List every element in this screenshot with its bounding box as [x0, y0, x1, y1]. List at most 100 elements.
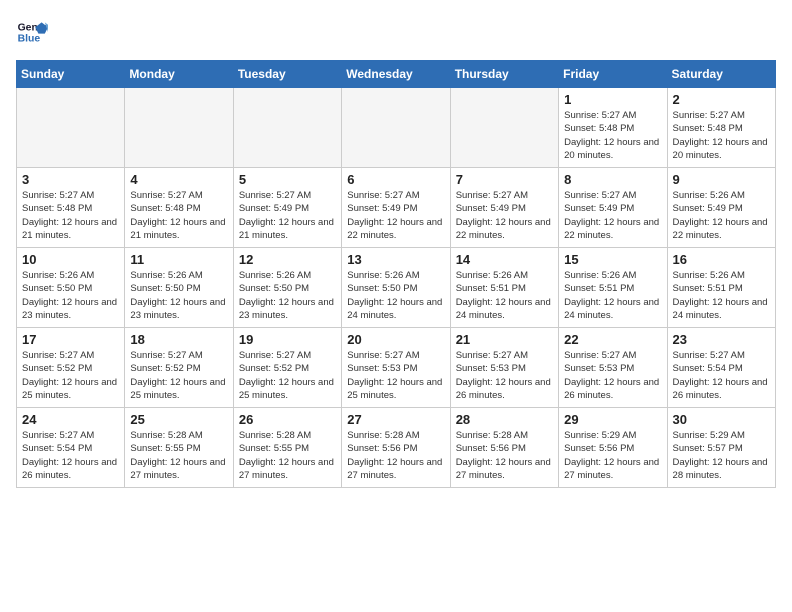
day-number: 16 — [673, 252, 770, 267]
day-info: Sunrise: 5:28 AM Sunset: 5:55 PM Dayligh… — [239, 429, 336, 482]
calendar-cell: 28 Sunrise: 5:28 AM Sunset: 5:56 PM Dayli… — [450, 408, 558, 488]
week-row-1: 1 Sunrise: 5:27 AM Sunset: 5:48 PM Daylig… — [17, 88, 776, 168]
calendar-cell: 9 Sunrise: 5:26 AM Sunset: 5:49 PM Daylig… — [667, 168, 775, 248]
day-number: 29 — [564, 412, 661, 427]
weekday-header-row: SundayMondayTuesdayWednesdayThursdayFrid… — [17, 61, 776, 88]
calendar-cell — [233, 88, 341, 168]
day-number: 23 — [673, 332, 770, 347]
weekday-header-wednesday: Wednesday — [342, 61, 450, 88]
day-number: 13 — [347, 252, 444, 267]
day-info: Sunrise: 5:29 AM Sunset: 5:56 PM Dayligh… — [564, 429, 661, 482]
day-number: 28 — [456, 412, 553, 427]
calendar-cell: 22 Sunrise: 5:27 AM Sunset: 5:53 PM Dayli… — [559, 328, 667, 408]
day-info: Sunrise: 5:28 AM Sunset: 5:56 PM Dayligh… — [456, 429, 553, 482]
day-number: 9 — [673, 172, 770, 187]
calendar-cell: 16 Sunrise: 5:26 AM Sunset: 5:51 PM Dayli… — [667, 248, 775, 328]
day-info: Sunrise: 5:27 AM Sunset: 5:53 PM Dayligh… — [564, 349, 661, 402]
day-info: Sunrise: 5:29 AM Sunset: 5:57 PM Dayligh… — [673, 429, 770, 482]
day-info: Sunrise: 5:26 AM Sunset: 5:51 PM Dayligh… — [564, 269, 661, 322]
day-info: Sunrise: 5:27 AM Sunset: 5:54 PM Dayligh… — [673, 349, 770, 402]
day-number: 24 — [22, 412, 119, 427]
svg-text:Blue: Blue — [18, 34, 41, 45]
day-info: Sunrise: 5:27 AM Sunset: 5:53 PM Dayligh… — [347, 349, 444, 402]
day-number: 17 — [22, 332, 119, 347]
week-row-3: 10 Sunrise: 5:26 AM Sunset: 5:50 PM Dayli… — [17, 248, 776, 328]
day-info: Sunrise: 5:27 AM Sunset: 5:52 PM Dayligh… — [130, 349, 227, 402]
calendar-cell: 13 Sunrise: 5:26 AM Sunset: 5:50 PM Dayli… — [342, 248, 450, 328]
day-info: Sunrise: 5:26 AM Sunset: 5:50 PM Dayligh… — [130, 269, 227, 322]
day-info: Sunrise: 5:26 AM Sunset: 5:50 PM Dayligh… — [239, 269, 336, 322]
week-row-2: 3 Sunrise: 5:27 AM Sunset: 5:48 PM Daylig… — [17, 168, 776, 248]
day-info: Sunrise: 5:27 AM Sunset: 5:53 PM Dayligh… — [456, 349, 553, 402]
calendar-cell: 19 Sunrise: 5:27 AM Sunset: 5:52 PM Dayli… — [233, 328, 341, 408]
day-number: 27 — [347, 412, 444, 427]
calendar-cell: 6 Sunrise: 5:27 AM Sunset: 5:49 PM Daylig… — [342, 168, 450, 248]
week-row-4: 17 Sunrise: 5:27 AM Sunset: 5:52 PM Dayli… — [17, 328, 776, 408]
day-info: Sunrise: 5:27 AM Sunset: 5:52 PM Dayligh… — [22, 349, 119, 402]
calendar-cell: 30 Sunrise: 5:29 AM Sunset: 5:57 PM Dayli… — [667, 408, 775, 488]
day-number: 6 — [347, 172, 444, 187]
day-info: Sunrise: 5:27 AM Sunset: 5:49 PM Dayligh… — [456, 189, 553, 242]
day-info: Sunrise: 5:27 AM Sunset: 5:49 PM Dayligh… — [239, 189, 336, 242]
calendar-cell: 23 Sunrise: 5:27 AM Sunset: 5:54 PM Dayli… — [667, 328, 775, 408]
day-info: Sunrise: 5:27 AM Sunset: 5:48 PM Dayligh… — [130, 189, 227, 242]
day-number: 8 — [564, 172, 661, 187]
weekday-header-friday: Friday — [559, 61, 667, 88]
weekday-header-monday: Monday — [125, 61, 233, 88]
calendar-cell: 21 Sunrise: 5:27 AM Sunset: 5:53 PM Dayli… — [450, 328, 558, 408]
calendar-cell — [450, 88, 558, 168]
calendar-cell: 29 Sunrise: 5:29 AM Sunset: 5:56 PM Dayli… — [559, 408, 667, 488]
day-number: 25 — [130, 412, 227, 427]
weekday-header-saturday: Saturday — [667, 61, 775, 88]
calendar-cell: 4 Sunrise: 5:27 AM Sunset: 5:48 PM Daylig… — [125, 168, 233, 248]
day-number: 20 — [347, 332, 444, 347]
day-number: 12 — [239, 252, 336, 267]
day-number: 18 — [130, 332, 227, 347]
day-info: Sunrise: 5:26 AM Sunset: 5:51 PM Dayligh… — [456, 269, 553, 322]
calendar-cell: 18 Sunrise: 5:27 AM Sunset: 5:52 PM Dayli… — [125, 328, 233, 408]
calendar-cell: 14Sunrise: 5:26 AM Sunset: 5:51 PM Dayli… — [450, 248, 558, 328]
weekday-header-tuesday: Tuesday — [233, 61, 341, 88]
day-number: 19 — [239, 332, 336, 347]
day-number: 22 — [564, 332, 661, 347]
day-info: Sunrise: 5:28 AM Sunset: 5:55 PM Dayligh… — [130, 429, 227, 482]
day-info: Sunrise: 5:27 AM Sunset: 5:54 PM Dayligh… — [22, 429, 119, 482]
day-number: 4 — [130, 172, 227, 187]
day-info: Sunrise: 5:27 AM Sunset: 5:52 PM Dayligh… — [239, 349, 336, 402]
day-info: Sunrise: 5:26 AM Sunset: 5:50 PM Dayligh… — [347, 269, 444, 322]
day-number: 3 — [22, 172, 119, 187]
day-number: 21 — [456, 332, 553, 347]
day-info: Sunrise: 5:26 AM Sunset: 5:49 PM Dayligh… — [673, 189, 770, 242]
day-info: Sunrise: 5:27 AM Sunset: 5:49 PM Dayligh… — [347, 189, 444, 242]
calendar-cell: 11Sunrise: 5:26 AM Sunset: 5:50 PM Dayli… — [125, 248, 233, 328]
day-number: 30 — [673, 412, 770, 427]
calendar-cell: 7Sunrise: 5:27 AM Sunset: 5:49 PM Daylig… — [450, 168, 558, 248]
calendar-cell: 27 Sunrise: 5:28 AM Sunset: 5:56 PM Dayli… — [342, 408, 450, 488]
calendar-table: SundayMondayTuesdayWednesdayThursdayFrid… — [16, 60, 776, 488]
day-number: 5 — [239, 172, 336, 187]
calendar-cell: 26 Sunrise: 5:28 AM Sunset: 5:55 PM Dayli… — [233, 408, 341, 488]
weekday-header-thursday: Thursday — [450, 61, 558, 88]
day-number: 10 — [22, 252, 119, 267]
day-number: 1 — [564, 92, 661, 107]
day-number: 2 — [673, 92, 770, 107]
calendar-cell: 25 Sunrise: 5:28 AM Sunset: 5:55 PM Dayli… — [125, 408, 233, 488]
calendar-cell — [17, 88, 125, 168]
calendar-cell: 20 Sunrise: 5:27 AM Sunset: 5:53 PM Dayli… — [342, 328, 450, 408]
day-info: Sunrise: 5:27 AM Sunset: 5:48 PM Dayligh… — [564, 109, 661, 162]
calendar-cell: 2Sunrise: 5:27 AM Sunset: 5:48 PM Daylig… — [667, 88, 775, 168]
logo-icon: General Blue — [16, 16, 48, 48]
calendar-cell: 10Sunrise: 5:26 AM Sunset: 5:50 PM Dayli… — [17, 248, 125, 328]
day-number: 15 — [564, 252, 661, 267]
page-header: General Blue — [16, 16, 776, 48]
day-number: 26 — [239, 412, 336, 427]
day-info: Sunrise: 5:26 AM Sunset: 5:51 PM Dayligh… — [673, 269, 770, 322]
logo: General Blue — [16, 16, 48, 48]
weekday-header-sunday: Sunday — [17, 61, 125, 88]
calendar-cell: 3Sunrise: 5:27 AM Sunset: 5:48 PM Daylig… — [17, 168, 125, 248]
day-info: Sunrise: 5:28 AM Sunset: 5:56 PM Dayligh… — [347, 429, 444, 482]
calendar-cell — [125, 88, 233, 168]
calendar-cell: 15 Sunrise: 5:26 AM Sunset: 5:51 PM Dayli… — [559, 248, 667, 328]
calendar-cell — [342, 88, 450, 168]
calendar-cell: 24 Sunrise: 5:27 AM Sunset: 5:54 PM Dayli… — [17, 408, 125, 488]
